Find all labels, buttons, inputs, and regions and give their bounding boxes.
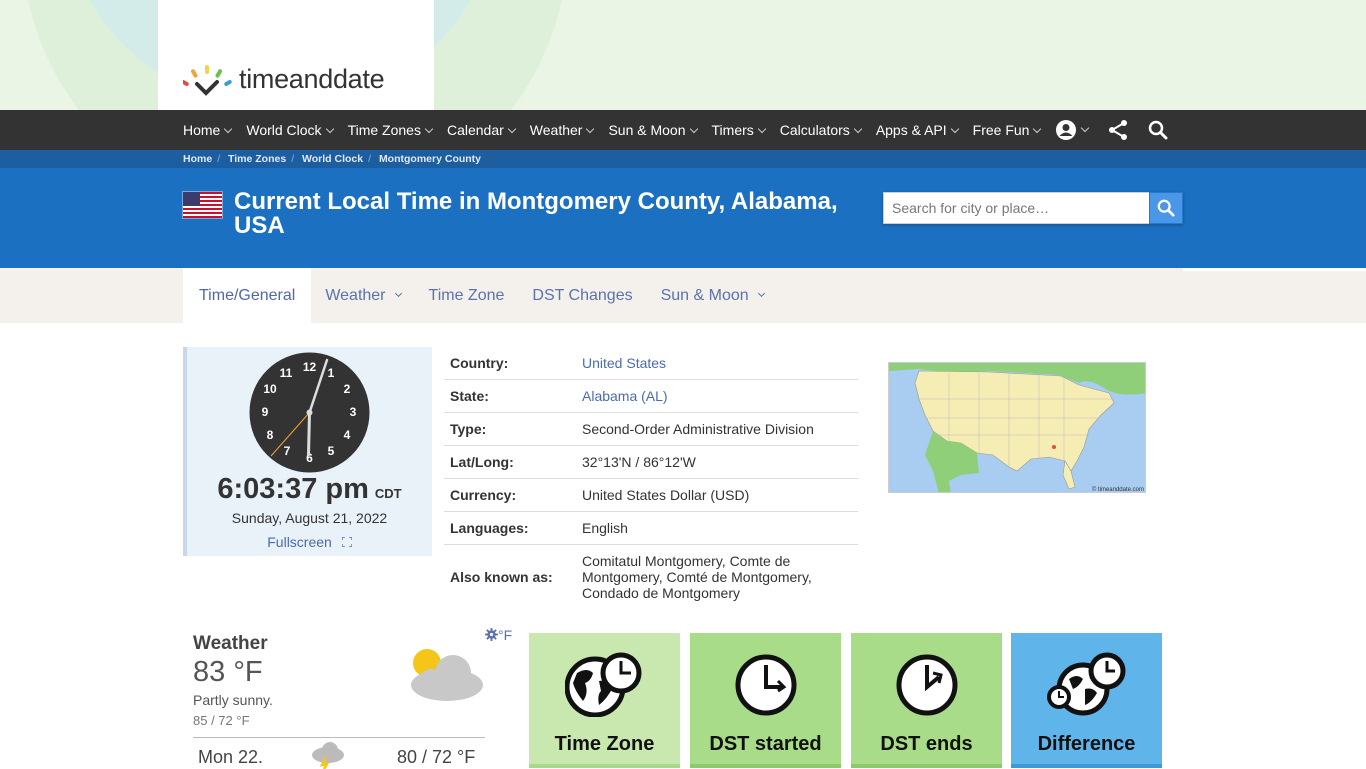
hour-hand	[307, 411, 311, 457]
logo-text: timeanddate	[239, 63, 385, 94]
time-zone-tile[interactable]: Time Zone	[529, 633, 680, 768]
table-row: Type: Second-Order Administrative Divisio…	[444, 413, 858, 446]
dst-started-tile[interactable]: DST started	[690, 633, 841, 768]
table-row: Country: United States	[444, 347, 858, 380]
clock-panel: 12 1 2 3 4 5 6 7 8 9 10 11 6:03:37 pm CDT…	[183, 347, 432, 556]
nav-weather[interactable]: Weather	[530, 122, 595, 138]
weather-range: 85 / 72 °F	[193, 713, 250, 728]
nav-free-fun[interactable]: Free Fun	[973, 122, 1042, 138]
sub-tabs: Time/General Weather Time Zone DST Chang…	[0, 268, 1366, 323]
main-nav: Home World Clock Time Zones Calendar Wea…	[0, 110, 1366, 150]
search-submit-button[interactable]	[1149, 192, 1183, 224]
clock-number: 1	[328, 366, 335, 380]
tab-time-zone[interactable]: Time Zone	[415, 268, 519, 323]
logo-mark-icon	[183, 65, 232, 96]
tab-sun-moon[interactable]: Sun & Moon	[647, 268, 778, 323]
current-time: 6:03:37 pm	[217, 473, 369, 505]
breadcrumb-home[interactable]: Home	[183, 153, 212, 165]
partly-sunny-icon	[411, 649, 483, 701]
city-search	[883, 192, 1183, 224]
tab-dst-changes[interactable]: DST Changes	[518, 268, 646, 323]
breadcrumb: Home / Time Zones / World Clock / Montgomer…	[0, 150, 1366, 168]
nav-timers[interactable]: Timers	[712, 122, 767, 138]
analog-clock: 12 1 2 3 4 5 6 7 8 9 10 11	[249, 352, 370, 473]
tab-time-general[interactable]: Time/General	[183, 268, 312, 323]
forecast-day: Mon 22.	[198, 747, 264, 767]
chevron-down-icon	[757, 289, 765, 298]
search-icon	[1157, 199, 1175, 217]
map-credit: © timeanddate.com	[1092, 486, 1144, 493]
tile-label: DST started	[709, 733, 822, 755]
nav-apps-api[interactable]: Apps & API	[876, 122, 959, 138]
nav-world-clock[interactable]: World Clock	[246, 122, 334, 138]
clock-number: 3	[350, 405, 357, 419]
search-input[interactable]	[883, 192, 1149, 224]
table-row: Also known as: Comitatul Montgomery, Comt…	[450, 553, 812, 601]
clock-icon	[735, 654, 797, 716]
nav-time-zones[interactable]: Time Zones	[348, 122, 434, 138]
gear-icon	[485, 628, 498, 641]
table-row: Currency: United States Dollar (USD)	[444, 479, 858, 512]
location-map[interactable]: © timeanddate.com	[888, 362, 1146, 493]
breadcrumb-time-zones[interactable]: Time Zones	[228, 153, 286, 165]
globe-clock-icon	[565, 652, 642, 717]
share-icon	[1109, 120, 1128, 140]
tile-label: DST ends	[880, 733, 973, 755]
breadcrumb-current: Montgomery County	[378, 153, 482, 165]
page-title: Current Local Time in Montgomery County,…	[234, 188, 838, 239]
dst-ends-tile[interactable]: DST ends	[851, 633, 1002, 768]
table-row: Lat/Long: 32°13'N / 86°12'W	[444, 446, 858, 479]
share-button[interactable]	[1107, 119, 1129, 141]
clock-number: 4	[344, 428, 351, 442]
clock-icon	[896, 654, 958, 716]
clock-number: 11	[280, 366, 293, 380]
nav-search-button[interactable]	[1148, 120, 1168, 140]
hero-banner: timeanddate	[0, 0, 1366, 110]
digital-time: 6:03:37 pm CDT	[187, 473, 432, 506]
thunderstorm-icon	[312, 742, 344, 769]
country-link[interactable]: United States	[582, 355, 858, 371]
clock-number: 12	[303, 360, 317, 374]
nav-calculators[interactable]: Calculators	[780, 122, 863, 138]
state-link[interactable]: Alabama (AL)	[582, 388, 858, 404]
current-date: Sunday, August 21, 2022	[231, 510, 388, 526]
weather-temp: 83 °F	[193, 656, 263, 688]
clock-number: 2	[344, 382, 351, 396]
tab-weather[interactable]: Weather	[311, 268, 414, 323]
fullscreen-link[interactable]: Fullscreen	[187, 534, 432, 550]
account-menu[interactable]	[1055, 119, 1090, 141]
tile-label: Difference	[1037, 733, 1136, 755]
clock-number: 9	[262, 405, 269, 419]
tile-label: Time Zone	[554, 733, 655, 755]
clock-number: 7	[284, 444, 291, 458]
globe-clocks-icon	[1047, 652, 1126, 716]
site-logo[interactable]: timeanddate	[183, 62, 385, 96]
location-info-table: Country: United States State: Alabama (AL)…	[444, 347, 858, 609]
forecast-temp: 80 / 72 °F	[397, 747, 476, 767]
nav-home[interactable]: Home	[183, 122, 233, 138]
difference-tile[interactable]: Difference	[1011, 633, 1162, 768]
breadcrumb-world-clock[interactable]: World Clock	[302, 153, 363, 165]
clock-number: 8	[267, 428, 274, 442]
us-map: © timeanddate.com	[889, 363, 1145, 493]
clock-number: 5	[328, 444, 335, 458]
nav-sun-moon[interactable]: Sun & Moon	[608, 122, 698, 138]
table-row: State: Alabama (AL)	[444, 380, 858, 413]
us-flag-icon	[183, 192, 222, 218]
time-zone-abbr: CDT	[374, 486, 402, 501]
weather-title[interactable]: Weather	[193, 633, 268, 655]
nav-calendar[interactable]: Calendar	[447, 122, 517, 138]
chevron-down-icon	[394, 289, 402, 298]
weather-desc: Partly sunny.	[193, 692, 273, 708]
account-icon	[1056, 120, 1077, 140]
clock-number: 10	[263, 382, 277, 396]
fullscreen-icon	[341, 536, 353, 548]
search-icon	[1149, 120, 1168, 140]
table-row: Languages: English	[444, 512, 858, 545]
weather-unit-setting[interactable]: °F	[485, 627, 512, 643]
